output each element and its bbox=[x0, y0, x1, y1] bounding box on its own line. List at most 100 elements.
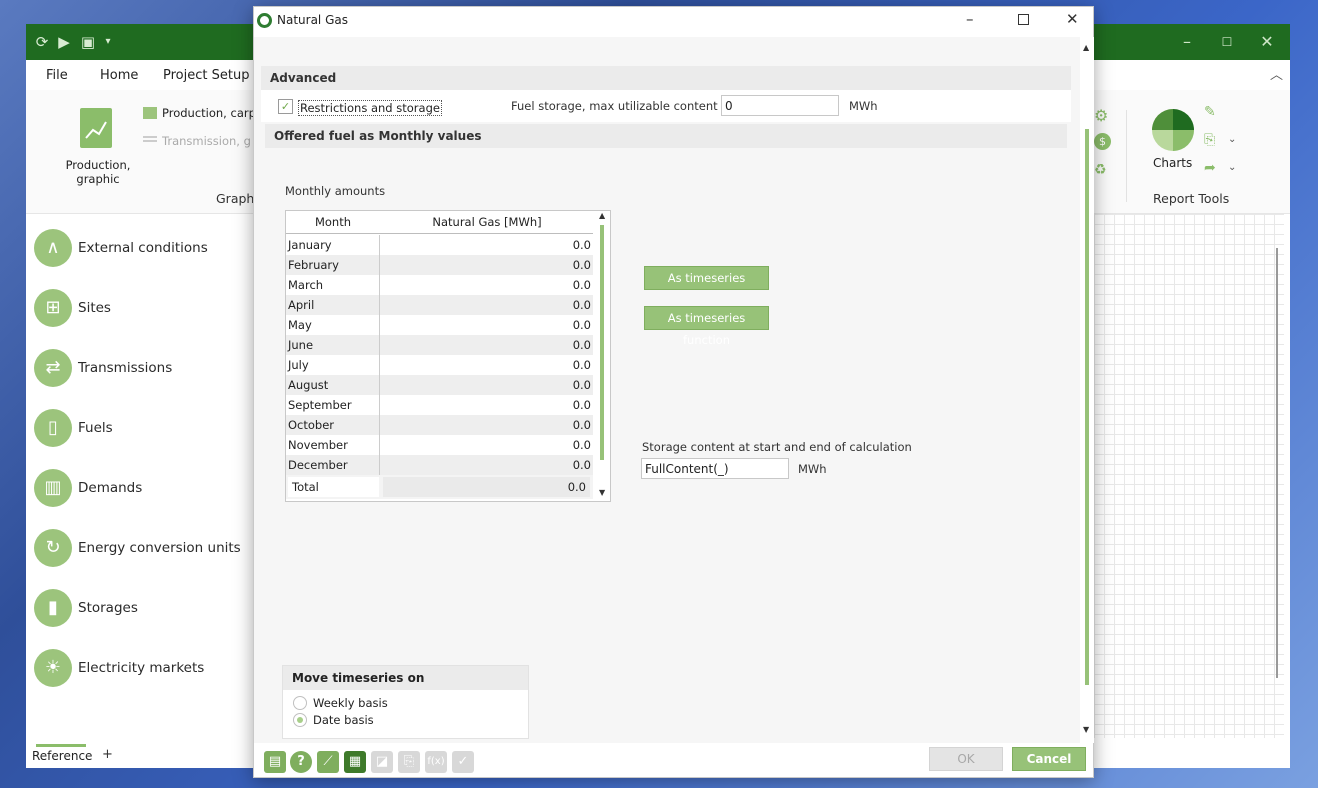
table-row[interactable]: March 0.0 bbox=[286, 275, 593, 295]
share-icon[interactable]: ➦ bbox=[1204, 160, 1216, 176]
charts-label[interactable]: Charts bbox=[1153, 156, 1192, 170]
table-row[interactable]: December 0.0 bbox=[286, 455, 593, 475]
menu-file[interactable]: File bbox=[46, 68, 68, 83]
cycle-icon[interactable]: ♻ bbox=[1094, 162, 1107, 178]
as-timeseries-function-button[interactable]: As timeseries function bbox=[644, 306, 769, 347]
value-cell[interactable]: 0.0 bbox=[381, 355, 593, 375]
value-cell[interactable]: 0.0 bbox=[381, 375, 593, 395]
dialog-scrollbar[interactable]: ▲ ▼ bbox=[1080, 37, 1094, 743]
production-carpet-item[interactable]: Production, carp bbox=[162, 106, 254, 120]
close-icon[interactable]: ✕ bbox=[1252, 30, 1282, 54]
maximize-icon[interactable] bbox=[1018, 14, 1029, 25]
move-timeseries-group: Move timeseries on Weekly basis Date bas… bbox=[282, 665, 529, 739]
restrictions-checkbox[interactable]: ✓ bbox=[278, 99, 293, 114]
table-row[interactable]: January 0.0 bbox=[286, 235, 593, 255]
advanced-header: Advanced bbox=[261, 66, 1071, 90]
sidebar-item-storages[interactable]: ▮ Storages bbox=[34, 589, 254, 629]
chevron-down-icon[interactable]: ⌄ bbox=[1228, 134, 1236, 145]
value-cell[interactable]: 0.0 bbox=[381, 335, 593, 355]
pie-chart-icon[interactable] bbox=[1151, 108, 1195, 152]
grid-pattern-icon[interactable]: ▦ bbox=[344, 751, 366, 773]
restrictions-label[interactable]: Restrictions and storage bbox=[298, 100, 442, 116]
scroll-up-icon[interactable]: ▲ bbox=[1083, 43, 1089, 52]
tab-active-indicator bbox=[36, 744, 86, 747]
table-row[interactable]: October 0.0 bbox=[286, 415, 593, 435]
weekly-radio[interactable] bbox=[293, 696, 307, 710]
weekly-radio-label[interactable]: Weekly basis bbox=[313, 696, 388, 710]
table-row[interactable]: July 0.0 bbox=[286, 355, 593, 375]
value-cell[interactable]: 0.0 bbox=[381, 315, 593, 335]
sidebar-item-demands[interactable]: ▥ Demands bbox=[34, 469, 254, 509]
minimize-icon[interactable]: – bbox=[1172, 30, 1202, 54]
as-timeseries-button[interactable]: As timeseries bbox=[644, 266, 769, 290]
copy-doc-icon: ⎘ bbox=[398, 751, 420, 773]
chart-line-icon[interactable]: ⟋ bbox=[317, 751, 339, 773]
chevron-down-icon[interactable]: ⌄ bbox=[1228, 162, 1236, 173]
scroll-down-icon[interactable]: ▼ bbox=[599, 488, 605, 497]
sidebar-item-electricity-markets[interactable]: ☀ Electricity markets bbox=[34, 649, 254, 689]
table-row[interactable]: April 0.0 bbox=[286, 295, 593, 315]
refresh-icon[interactable]: ⟳ bbox=[32, 32, 52, 52]
minimize-icon[interactable]: – bbox=[966, 10, 974, 28]
value-cell[interactable]: 0.0 bbox=[381, 435, 593, 455]
value-cell[interactable]: 0.0 bbox=[381, 415, 593, 435]
value-cell[interactable]: 0.0 bbox=[381, 455, 593, 475]
collapse-ribbon-icon[interactable]: ︿ bbox=[1270, 64, 1283, 83]
month-cell: December bbox=[286, 455, 380, 475]
ok-button[interactable]: OK bbox=[929, 747, 1003, 771]
export-icon[interactable]: ⎘ bbox=[1204, 132, 1215, 148]
tab-reference[interactable]: Reference bbox=[32, 749, 92, 763]
production-graphic-icon[interactable] bbox=[80, 108, 112, 148]
table-row[interactable]: September 0.0 bbox=[286, 395, 593, 415]
fuel-storage-input[interactable] bbox=[721, 95, 839, 116]
save-icon[interactable]: ▣ bbox=[78, 32, 98, 52]
transmission-item[interactable]: Transmission, g bbox=[162, 134, 254, 148]
sidebar-item-energy-conversion-units[interactable]: ↻ Energy conversion units bbox=[34, 529, 254, 569]
table-row[interactable]: June 0.0 bbox=[286, 335, 593, 355]
scroll-up-icon[interactable]: ▲ bbox=[599, 211, 605, 220]
table-row[interactable]: November 0.0 bbox=[286, 435, 593, 455]
table-scrollbar[interactable]: ▲ ▼ bbox=[596, 211, 610, 501]
chevron-down-icon[interactable]: ▾ bbox=[98, 32, 118, 52]
menu-project-setup[interactable]: Project Setup bbox=[163, 68, 249, 83]
sidebar-item-external-conditions[interactable]: ∧ External conditions bbox=[34, 229, 254, 269]
close-icon[interactable]: ✕ bbox=[1066, 10, 1079, 28]
sidebar-item-label: External conditions bbox=[78, 240, 208, 256]
sidebar-item-transmissions[interactable]: ⇄ Transmissions bbox=[34, 349, 254, 389]
table-row[interactable]: August 0.0 bbox=[286, 375, 593, 395]
scroll-down-icon[interactable]: ▼ bbox=[1083, 725, 1089, 734]
fx-check-icon: ✓ bbox=[452, 751, 474, 773]
help-icon[interactable]: ? bbox=[290, 751, 312, 773]
scroll-thumb[interactable] bbox=[1085, 129, 1089, 685]
app-logo-icon bbox=[257, 13, 272, 28]
col-value-header[interactable]: Natural Gas [MWh] bbox=[381, 211, 593, 233]
monthly-table[interactable]: Month Natural Gas [MWh] January 0.0 Februa… bbox=[285, 210, 611, 502]
storage-content-input[interactable] bbox=[641, 458, 789, 479]
sidebar-item-label: Demands bbox=[78, 480, 143, 496]
table-row[interactable]: February 0.0 bbox=[286, 255, 593, 275]
add-tab-button[interactable]: + bbox=[102, 747, 113, 762]
date-radio-label[interactable]: Date basis bbox=[313, 713, 374, 727]
play-icon[interactable]: ▶ bbox=[54, 32, 74, 52]
sidebar-item-fuels[interactable]: ▯ Fuels bbox=[34, 409, 254, 449]
value-cell[interactable]: 0.0 bbox=[381, 275, 593, 295]
sidebar-item-sites[interactable]: ⊞ Sites bbox=[34, 289, 254, 329]
value-cell[interactable]: 0.0 bbox=[381, 295, 593, 315]
value-cell[interactable]: 0.0 bbox=[381, 395, 593, 415]
canvas-scrollbar[interactable] bbox=[1276, 248, 1278, 678]
col-month-header[interactable]: Month bbox=[286, 211, 380, 233]
cancel-button[interactable]: Cancel bbox=[1012, 747, 1086, 771]
value-cell[interactable]: 0.0 bbox=[381, 255, 593, 275]
menu-home[interactable]: Home bbox=[100, 68, 138, 83]
save-doc-icon[interactable]: ▤ bbox=[264, 751, 286, 773]
gear-icon[interactable]: ⚙ bbox=[1094, 106, 1108, 125]
scroll-thumb[interactable] bbox=[600, 225, 604, 460]
production-graphic-label[interactable]: Production, graphic bbox=[60, 158, 136, 186]
table-row[interactable]: May 0.0 bbox=[286, 315, 593, 335]
edit-icon[interactable]: ✎ bbox=[1204, 104, 1216, 120]
dollar-icon[interactable]: $ bbox=[1094, 133, 1111, 150]
maximize-icon[interactable]: ☐ bbox=[1212, 30, 1242, 54]
value-cell[interactable]: 0.0 bbox=[381, 235, 593, 255]
sidebar-item-label: Storages bbox=[78, 600, 138, 616]
date-radio[interactable] bbox=[293, 713, 307, 727]
